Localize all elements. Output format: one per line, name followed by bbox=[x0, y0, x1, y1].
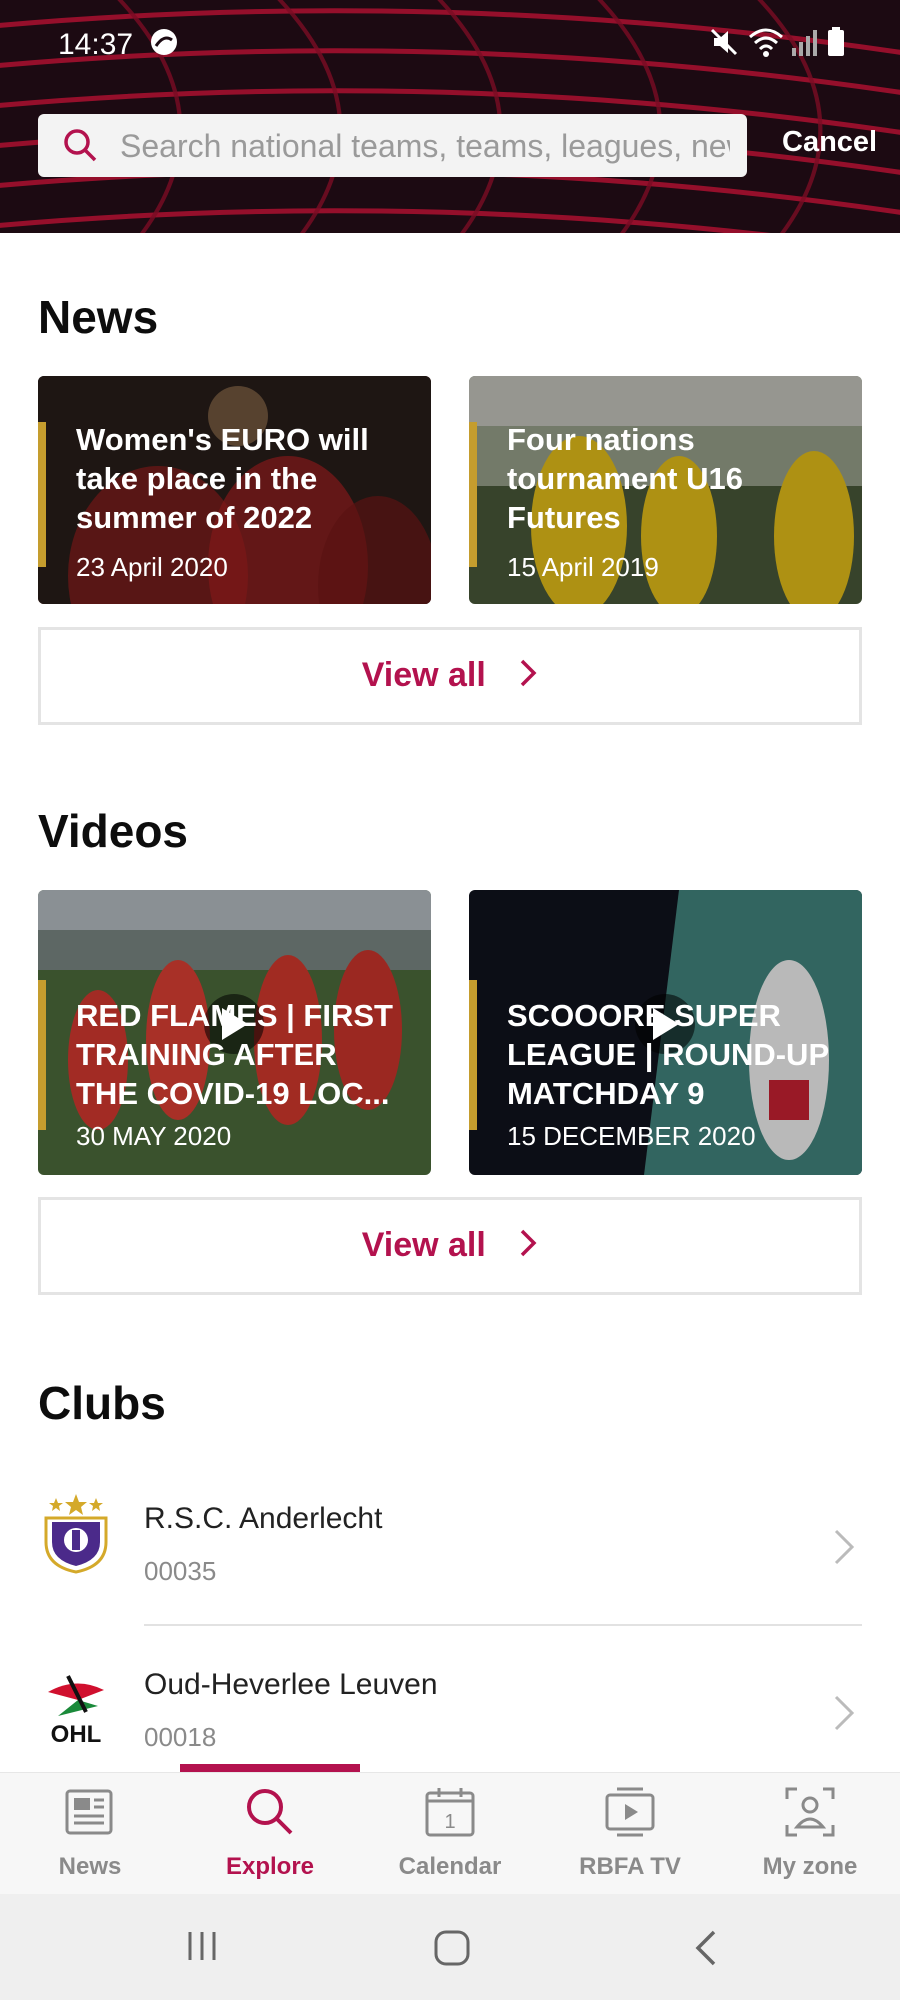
battery-icon bbox=[826, 26, 846, 66]
tab-my-zone[interactable]: My zone bbox=[720, 1773, 900, 1895]
card-accent bbox=[38, 422, 46, 567]
tab-explore[interactable]: Explore bbox=[180, 1773, 360, 1895]
card-accent bbox=[38, 980, 46, 1130]
club-logo-ohl: OHL bbox=[38, 1670, 114, 1759]
search-input[interactable]: Search national teams, teams, leagues, n… bbox=[38, 114, 747, 177]
club-name: Oud-Heverlee Leuven bbox=[144, 1668, 438, 1701]
wifi-icon bbox=[748, 26, 784, 66]
news-card-date: 15 April 2019 bbox=[507, 552, 659, 582]
user-icon bbox=[783, 1785, 837, 1844]
tab-rbfa-tv[interactable]: RBFA TV bbox=[540, 1773, 720, 1895]
video-card-title: SCOOORE SUPER LEAGUE | ROUND-UP MATCHDAY… bbox=[507, 998, 829, 1111]
news-section-title: News bbox=[38, 291, 159, 343]
newspaper-icon bbox=[63, 1785, 117, 1844]
club-number: 00035 bbox=[144, 1556, 217, 1586]
tab-news[interactable]: News bbox=[0, 1773, 180, 1895]
news-view-all-button[interactable]: View all bbox=[38, 627, 862, 725]
club-logo-anderlecht bbox=[38, 1490, 114, 1579]
news-card-title: Women's EURO will take place in the summ… bbox=[76, 422, 369, 535]
status-bar: 14:37 bbox=[0, 0, 900, 92]
videos-section-title: Videos bbox=[38, 805, 188, 857]
tab-label: Explore bbox=[225, 1853, 315, 1880]
app-notification-icon bbox=[148, 26, 180, 66]
system-nav-bar bbox=[0, 1894, 900, 2000]
clubs-section-title: Clubs bbox=[38, 1377, 166, 1429]
card-accent bbox=[469, 980, 477, 1130]
tab-label: Calendar bbox=[398, 1853, 502, 1880]
recent-apps-icon[interactable] bbox=[184, 1928, 220, 1969]
view-all-label: View all bbox=[361, 656, 486, 694]
club-list-item[interactable]: OHL Oud-Heverlee Leuven 00018 bbox=[0, 1626, 900, 1766]
calendar-icon-day: 1 bbox=[444, 1811, 455, 1833]
search-placeholder: Search national teams, teams, leagues, n… bbox=[120, 128, 730, 164]
video-card-date: 30 MAY 2020 bbox=[76, 1121, 232, 1151]
status-time: 14:37 bbox=[58, 28, 134, 61]
news-card-title: Four nations tournament U16 Futures bbox=[507, 422, 743, 535]
header: 14:37 Search national teams, teams, leag… bbox=[0, 0, 900, 233]
video-card-date: 15 DECEMBER 2020 bbox=[507, 1121, 756, 1151]
tab-label: My zone bbox=[762, 1853, 858, 1880]
tv-icon bbox=[603, 1785, 657, 1844]
video-card[interactable]: RED FLAMES | FIRST TRAINING AFTER THE CO… bbox=[38, 890, 431, 1175]
ohl-logo-text: OHL bbox=[51, 1721, 102, 1748]
active-tab-indicator bbox=[180, 1764, 360, 1772]
chevron-right-icon bbox=[518, 1228, 538, 1263]
news-card[interactable]: Four nations tournament U16 Futures 15 A… bbox=[469, 376, 862, 604]
cancel-button[interactable]: Cancel bbox=[782, 126, 877, 159]
club-list-item[interactable]: R.S.C. Anderlecht 00035 bbox=[0, 1460, 900, 1625]
view-all-label: View all bbox=[361, 1226, 486, 1264]
video-card[interactable]: SCOOORE SUPER LEAGUE | ROUND-UP MATCHDAY… bbox=[469, 890, 862, 1175]
video-card-title: RED FLAMES | FIRST TRAINING AFTER THE CO… bbox=[76, 998, 393, 1111]
news-card[interactable]: Women's EURO will take place in the summ… bbox=[38, 376, 431, 604]
tab-calendar[interactable]: 1 Calendar bbox=[360, 1773, 540, 1895]
videos-view-all-button[interactable]: View all bbox=[38, 1197, 862, 1295]
chevron-right-icon bbox=[832, 1694, 856, 1737]
mute-icon bbox=[708, 26, 740, 66]
chevron-right-icon bbox=[832, 1528, 856, 1571]
tab-label: RBFA TV bbox=[579, 1853, 681, 1880]
calendar-icon: 1 bbox=[423, 1785, 477, 1844]
tab-label: News bbox=[58, 1853, 122, 1880]
search-icon bbox=[62, 127, 98, 168]
bottom-nav: News Explore 1 Calendar RBFA TV My zone bbox=[0, 1772, 900, 1894]
news-card-date: 23 April 2020 bbox=[76, 552, 228, 582]
club-number: 00018 bbox=[144, 1722, 217, 1752]
home-icon[interactable] bbox=[432, 1928, 472, 1973]
card-accent bbox=[469, 422, 477, 567]
signal-icon bbox=[790, 26, 820, 66]
club-name: R.S.C. Anderlecht bbox=[144, 1502, 383, 1535]
search-icon bbox=[243, 1785, 297, 1844]
back-icon[interactable] bbox=[690, 1928, 720, 1973]
chevron-right-icon bbox=[518, 658, 538, 693]
